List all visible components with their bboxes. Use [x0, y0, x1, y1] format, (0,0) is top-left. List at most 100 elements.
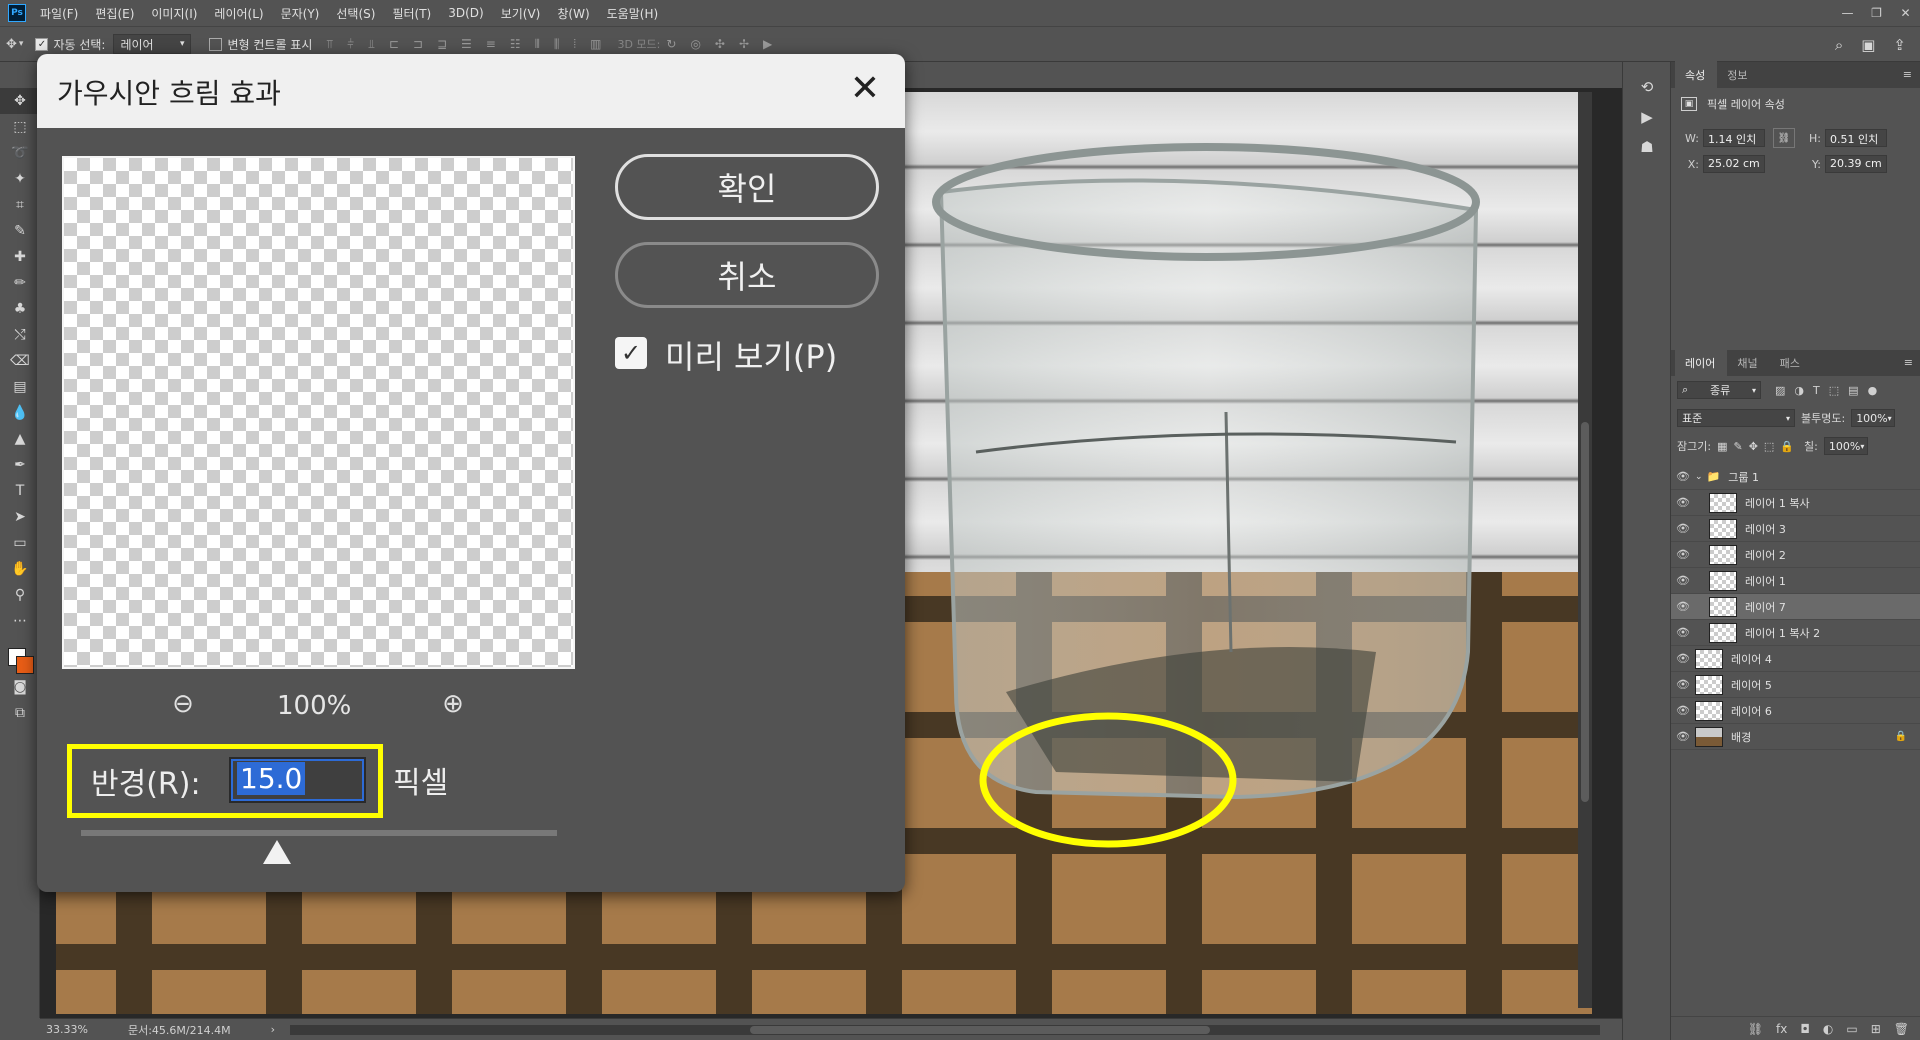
distribute-bottom-icon[interactable]: ☷ [510, 37, 521, 52]
pen-tool-icon[interactable]: ✒ [0, 452, 40, 478]
actions-play-icon[interactable]: ▶ [1623, 102, 1671, 132]
visibility-eye-icon[interactable]: 👁 [1671, 652, 1695, 665]
close-window-button[interactable]: ✕ [1891, 0, 1920, 26]
radius-input[interactable]: 15.0 [229, 757, 366, 803]
share-icon[interactable]: ⇪ [1893, 36, 1906, 54]
link-layers-icon[interactable]: ⛓ [1748, 1022, 1763, 1036]
menu-select[interactable]: 선택(S) [336, 5, 375, 22]
visibility-eye-icon[interactable]: 👁 [1671, 574, 1695, 587]
add-mask-icon[interactable]: ◘ [1800, 1022, 1810, 1036]
lasso-tool-icon[interactable]: ➰ [0, 140, 40, 166]
distribute-left-icon[interactable]: ⦀ [535, 37, 540, 52]
layer-row-4[interactable]: 👁 레이어 4 [1671, 646, 1920, 672]
vertical-scroll-thumb[interactable] [1581, 422, 1589, 802]
restore-button[interactable]: ❐ [1862, 0, 1891, 26]
shape-filter-icon[interactable]: ⬚ [1829, 384, 1839, 397]
adjustment-layer-icon[interactable]: ◐ [1823, 1022, 1833, 1036]
character-icon[interactable]: ☗ [1623, 132, 1671, 162]
crop-tool-icon[interactable]: ⌗ [0, 192, 40, 218]
distribute-top-icon[interactable]: ☰ [461, 37, 472, 52]
lock-position-icon[interactable]: ✥ [1749, 440, 1758, 453]
blur-tool-icon[interactable]: 💧 [0, 400, 40, 426]
visibility-eye-icon[interactable]: 👁 [1671, 704, 1695, 717]
search-icon[interactable]: ⌕ [1835, 36, 1843, 54]
x-field[interactable]: 25.02 cm [1703, 155, 1765, 173]
history-icon[interactable]: ⟲ [1623, 72, 1671, 102]
clone-stamp-icon[interactable]: ♣ [0, 296, 40, 322]
horizontal-scroll-thumb[interactable] [750, 1026, 1210, 1034]
visibility-eye-icon[interactable]: 👁 [1671, 548, 1695, 561]
align-middle-icon[interactable]: ⫩ [347, 37, 354, 52]
zoom-in-icon[interactable]: ⊕ [433, 684, 473, 724]
blur-preview[interactable] [62, 156, 575, 669]
layer-row-group-1[interactable]: 👁 ⌄ 📁 그룹 1 [1671, 464, 1920, 490]
3d-rotate-icon[interactable]: ↻ [666, 37, 676, 51]
zoom-tool-icon[interactable]: ⚲ [0, 582, 40, 608]
menu-image[interactable]: 이미지(I) [151, 5, 197, 22]
healing-brush-icon[interactable]: ✚ [0, 244, 40, 270]
tab-paths[interactable]: 패스 [1770, 355, 1812, 376]
tab-info[interactable]: 정보 [1717, 67, 1759, 88]
align-bottom-icon[interactable]: ⫫ [368, 37, 375, 52]
workspace-icon[interactable]: ▣ [1861, 36, 1875, 54]
visibility-eye-icon[interactable]: 👁 [1671, 496, 1695, 509]
link-icon[interactable]: ⛓ [1773, 128, 1795, 148]
eyedropper-icon[interactable]: ✎ [0, 218, 40, 244]
filter-toggle-icon[interactable]: ● [1868, 384, 1878, 397]
layer-row-3[interactable]: 👁 레이어 3 [1671, 516, 1920, 542]
layer-row-2[interactable]: 👁 레이어 2 [1671, 542, 1920, 568]
new-layer-icon[interactable]: ⊞ [1871, 1022, 1881, 1036]
type-tool-icon[interactable]: T [0, 478, 40, 504]
align-center-icon[interactable]: ⊐ [413, 37, 423, 52]
vertical-scrollbar[interactable] [1578, 92, 1592, 1008]
lock-pixels-icon[interactable]: ✎ [1733, 440, 1742, 453]
image-filter-icon[interactable]: ▨ [1775, 384, 1785, 397]
opacity-field[interactable]: 100% ▾ [1851, 409, 1896, 427]
ok-button[interactable]: 확인 [615, 154, 879, 220]
eraser-icon[interactable]: ⌫ [0, 348, 40, 374]
chevron-down-icon[interactable]: ▾ [19, 39, 24, 49]
menu-filter[interactable]: 필터(T) [392, 5, 431, 22]
chevron-down-icon[interactable]: ⌄ [1695, 472, 1703, 482]
layer-row-background[interactable]: 👁 배경 🔒 [1671, 724, 1920, 750]
marquee-tool-icon[interactable]: ⬚ [0, 114, 40, 140]
y-field[interactable]: 20.39 cm [1825, 155, 1887, 173]
align-top-icon[interactable]: ⫪ [326, 37, 333, 52]
layer-row-5[interactable]: 👁 레이어 5 [1671, 672, 1920, 698]
menu-3d[interactable]: 3D(D) [448, 6, 483, 20]
path-selection-icon[interactable]: ➤ [0, 504, 40, 530]
new-group-icon[interactable]: ▭ [1846, 1022, 1857, 1036]
background-color[interactable] [16, 656, 34, 674]
blend-mode-dropdown[interactable]: 표준 ▾ [1677, 409, 1795, 427]
menu-help[interactable]: 도움말(H) [607, 5, 659, 22]
lock-artboard-icon[interactable]: ⬚ [1764, 440, 1774, 453]
layer-row-1-copy-2[interactable]: 👁 레이어 1 복사 2 [1671, 620, 1920, 646]
zoom-readout[interactable]: 33.33% [46, 1023, 88, 1036]
layer-row-6[interactable]: 👁 레이어 6 [1671, 698, 1920, 724]
menu-view[interactable]: 보기(V) [501, 5, 541, 22]
tab-channels[interactable]: 채널 [1727, 355, 1769, 376]
color-swatches[interactable] [0, 634, 40, 674]
distribute-center-icon[interactable]: ⫼ [554, 37, 560, 52]
visibility-eye-icon[interactable]: 👁 [1671, 678, 1695, 691]
width-field[interactable]: 1.14 인치 [1703, 129, 1765, 147]
height-field[interactable]: 0.51 인치 [1825, 129, 1887, 147]
dodge-tool-icon[interactable]: ▲ [0, 426, 40, 452]
layer-filter-dropdown[interactable]: ⌕ 종류 ▾ [1677, 381, 1761, 399]
radius-slider-track[interactable] [81, 830, 557, 836]
panel-menu-icon[interactable]: ≡ [1904, 356, 1913, 369]
tab-properties[interactable]: 속성 [1675, 61, 1718, 88]
menu-layer[interactable]: 레이어(L) [214, 5, 263, 22]
move-tool-icon[interactable]: ✥ [0, 88, 40, 114]
shape-tool-icon[interactable]: ▭ [0, 530, 40, 556]
preview-label[interactable]: 미리 보기(P) [665, 332, 837, 378]
cancel-button[interactable]: 취소 [615, 242, 879, 308]
close-icon[interactable]: ✕ [845, 68, 885, 109]
visibility-eye-icon[interactable]: 👁 [1671, 522, 1695, 535]
type-filter-icon[interactable]: T [1813, 384, 1820, 397]
radius-slider-thumb[interactable] [263, 840, 291, 864]
menu-edit[interactable]: 편집(E) [95, 5, 134, 22]
adjustment-filter-icon[interactable]: ◑ [1794, 384, 1804, 397]
brush-tool-icon[interactable]: ✏ [0, 270, 40, 296]
menu-window[interactable]: 창(W) [557, 5, 589, 22]
